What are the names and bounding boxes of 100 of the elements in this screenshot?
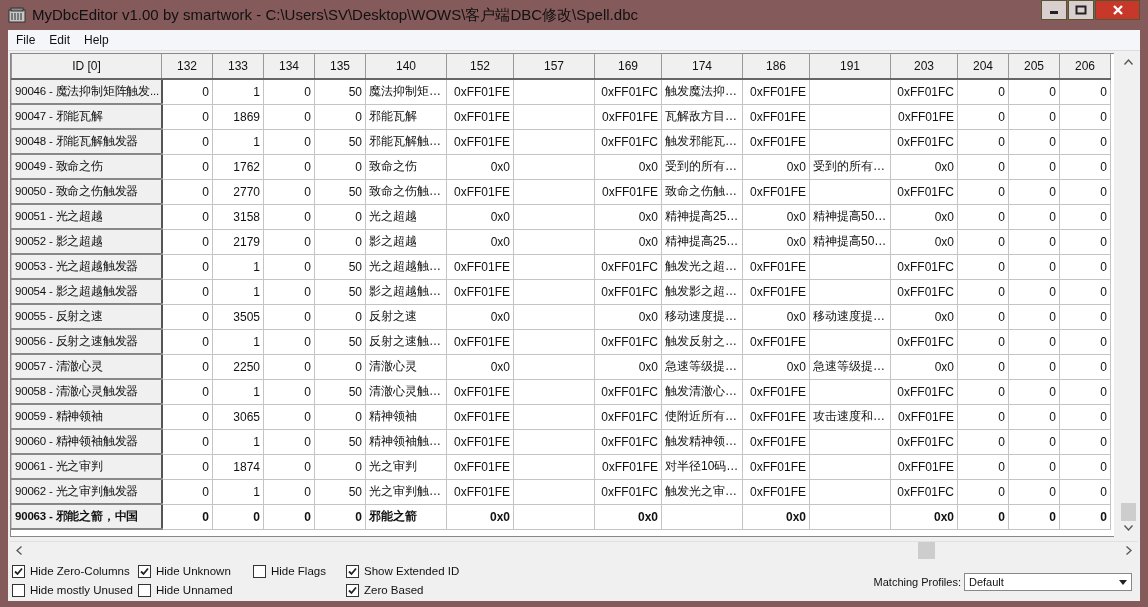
maximize-icon xyxy=(1075,5,1087,15)
table-cell: 0xFF01FC xyxy=(897,484,954,499)
row-header[interactable]: 90062 - 光之审判触发器 xyxy=(11,479,162,504)
close-button[interactable] xyxy=(1095,0,1140,20)
column-header[interactable]: 174 xyxy=(661,54,743,79)
menu-item[interactable]: Edit xyxy=(43,33,77,47)
maximize-button[interactable] xyxy=(1068,0,1094,20)
column-header[interactable]: 203 xyxy=(890,54,958,79)
column-header[interactable]: 134 xyxy=(263,54,315,79)
table-cell: 0 xyxy=(202,109,209,124)
column-header[interactable]: 140 xyxy=(365,54,447,79)
table-cell: 触发魔法抑… xyxy=(665,84,737,99)
column-header[interactable]: 133 xyxy=(212,54,264,79)
table-cell: 0 xyxy=(998,459,1005,474)
table-cell: 0 xyxy=(998,284,1005,299)
table-cell: 反射之速 xyxy=(369,309,417,323)
row-header[interactable]: 90055 - 反射之速 xyxy=(11,304,162,329)
table-cell: 0xFF01FC xyxy=(601,84,658,99)
row-header[interactable]: 90047 - 邪能瓦解 xyxy=(11,104,162,129)
table-cell: 0xFF01FE xyxy=(454,459,510,474)
table-cell: 0 xyxy=(998,209,1005,224)
checkbox-option[interactable]: Hide Zero-Columns xyxy=(12,563,138,579)
table-cell: 0xFF01FE xyxy=(602,459,658,474)
table-cell: 0x0 xyxy=(490,309,510,324)
column-header[interactable]: 204 xyxy=(957,54,1009,79)
checkbox-option[interactable]: Hide Unknown xyxy=(138,563,253,579)
row-header[interactable]: 90048 - 邪能瓦解触发器 xyxy=(11,129,162,154)
row-header[interactable]: 90057 - 清澈心灵 xyxy=(11,354,162,379)
horizontal-scrollbar[interactable] xyxy=(10,541,1138,559)
table-cell: 0 xyxy=(998,184,1005,199)
table-cell: 影之超越 xyxy=(369,234,417,248)
row-header[interactable]: 90060 - 精神领袖触发器 xyxy=(11,429,162,454)
column-header[interactable]: 186 xyxy=(742,54,810,79)
menu-item[interactable]: File xyxy=(10,33,42,47)
table-cell: 0xFF01FE xyxy=(454,109,510,124)
table-cell: 0xFF01FC xyxy=(601,384,658,399)
table-cell: 2179 xyxy=(233,234,260,249)
column-header[interactable]: 157 xyxy=(513,54,595,79)
table-cell: 50 xyxy=(348,134,362,149)
row-header[interactable]: 90054 - 影之超越触发器 xyxy=(11,279,162,304)
table-cell: 0 xyxy=(1049,434,1056,449)
checkbox-option[interactable]: Hide Unnamed xyxy=(138,582,253,598)
column-header[interactable]: 135 xyxy=(314,54,366,79)
table-cell: 50 xyxy=(348,384,362,399)
table-cell: 0x0 xyxy=(638,159,658,174)
row-header[interactable]: 90052 - 影之超越 xyxy=(11,229,162,254)
table-cell: 0 xyxy=(304,109,311,124)
table-cell: 0xFF01FE xyxy=(750,459,806,474)
table-cell: 急速等级提… xyxy=(813,359,885,373)
table-cell: 0 xyxy=(304,259,311,274)
table-cell: 0x0 xyxy=(934,209,954,224)
row-header[interactable]: 90056 - 反射之速触发器 xyxy=(11,329,162,354)
checkbox-option[interactable]: Zero Based xyxy=(346,582,496,598)
row-header[interactable]: 90061 - 光之审判 xyxy=(11,454,162,479)
table-cell: 0xFF01FE xyxy=(454,284,510,299)
caret-icon xyxy=(1119,579,1127,585)
column-header[interactable]: 205 xyxy=(1008,54,1060,79)
table-cell: 0x0 xyxy=(637,509,658,524)
column-header[interactable]: 132 xyxy=(161,54,213,79)
row-header[interactable]: 90059 - 精神领袖 xyxy=(11,404,162,429)
row-header[interactable]: 90051 - 光之超越 xyxy=(11,204,162,229)
table-cell: 0 xyxy=(998,234,1005,249)
table-cell: 光之审判触… xyxy=(369,484,441,498)
table-cell: 0 xyxy=(1100,259,1107,274)
row-header[interactable]: 90058 - 清澈心灵触发器 xyxy=(11,379,162,404)
profile-dropdown[interactable]: Default xyxy=(964,573,1132,591)
column-header[interactable]: ID [0] xyxy=(11,54,162,79)
table-cell: 0xFF01FE xyxy=(750,384,806,399)
table-cell: 0 xyxy=(998,309,1005,324)
checkbox-option[interactable]: Show Extended ID xyxy=(346,563,496,579)
table-cell: 邪能之箭 xyxy=(369,509,417,523)
row-header[interactable]: 90050 - 致命之伤触发器 xyxy=(11,179,162,204)
table-cell: 0x0 xyxy=(490,234,510,249)
column-header[interactable]: 191 xyxy=(809,54,891,79)
row-header[interactable]: 90049 - 致命之伤 xyxy=(11,154,162,179)
row-header[interactable]: 90063 - 邪能之箭，中国 xyxy=(11,504,162,529)
table-cell: 0xFF01FE xyxy=(454,409,510,424)
row-header[interactable]: 90053 - 光之超越触发器 xyxy=(11,254,162,279)
table-cell: 精神提高25… xyxy=(665,209,739,223)
table-cell: 0 xyxy=(202,509,209,524)
checkmark-icon xyxy=(13,565,24,577)
table-cell: 0 xyxy=(355,509,362,524)
menu-item[interactable]: Help xyxy=(78,33,115,47)
minimize-button[interactable] xyxy=(1041,0,1067,20)
scroll-thumb[interactable] xyxy=(918,542,935,559)
table-cell: 使附近所有… xyxy=(665,409,737,423)
checkbox-option[interactable]: Hide mostly Unused xyxy=(12,582,138,598)
column-header[interactable]: 169 xyxy=(594,54,662,79)
table-cell: 0xFF01FC xyxy=(601,284,658,299)
table-cell: 0 xyxy=(202,209,209,224)
checkbox-option[interactable]: Hide Flags xyxy=(253,563,346,579)
scroll-thumb[interactable] xyxy=(1121,503,1136,521)
row-header[interactable]: 90046 - 魔法抑制矩阵触发... xyxy=(11,79,162,104)
table-cell: 0x0 xyxy=(638,359,658,374)
column-header[interactable]: 152 xyxy=(446,54,514,79)
column-header[interactable]: 206 xyxy=(1059,54,1111,79)
table-cell: 0x0 xyxy=(934,359,954,374)
table-cell: 0 xyxy=(1100,384,1107,399)
table-cell: 0x0 xyxy=(786,159,806,174)
table-cell: 0xFF01FE xyxy=(750,334,806,349)
